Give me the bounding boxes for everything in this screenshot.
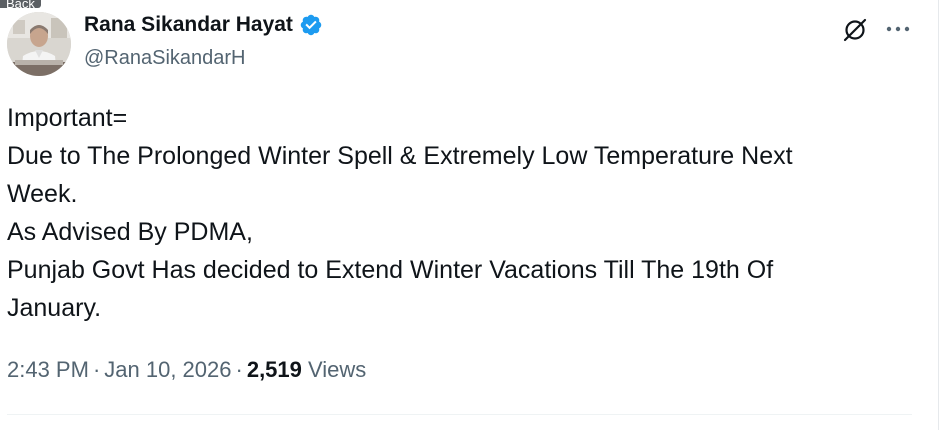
tweet-text: Important= Due to The Prolonged Winter S… (7, 99, 907, 327)
tweet-line: As Advised By PDMA, (7, 218, 253, 246)
divider (7, 414, 912, 415)
verified-badge-icon (299, 13, 323, 37)
author-display-name[interactable]: Rana Sikandar Hayat (84, 13, 293, 37)
tweet-date[interactable]: Jan 10, 2026 (104, 357, 231, 382)
avatar[interactable] (7, 12, 71, 76)
meta-separator: · (235, 357, 243, 382)
author-handle[interactable]: @RanaSikandarH (84, 47, 246, 70)
views-count: 2,519 (246, 357, 302, 382)
tweet-line: Punjab Govt Has decided to Extend Winter… (7, 256, 774, 284)
back-tag[interactable]: Back (0, 0, 41, 8)
tweet-time[interactable]: 2:43 PM (7, 357, 89, 382)
tweet-page: Back Rana Sikandar Hayat @RanaSikandarH (0, 0, 952, 430)
meta-separator: · (92, 357, 101, 382)
avatar-image (7, 12, 71, 76)
tweet-meta: 2:43 PM · Jan 10, 2026 · 2,519 Views (7, 357, 366, 383)
grok-icon[interactable] (842, 17, 868, 43)
tweet-line: January. (7, 294, 102, 322)
more-options-icon[interactable] (884, 18, 912, 40)
tweet-line: Week. (7, 180, 78, 208)
back-tag-label: Back (6, 0, 35, 8)
author-row: Rana Sikandar Hayat (84, 13, 323, 37)
views-label: Views (308, 357, 367, 382)
column-border (938, 0, 939, 430)
tweet-line: Important= (7, 104, 128, 132)
tweet-line: Due to The Prolonged Winter Spell & Extr… (7, 142, 793, 170)
